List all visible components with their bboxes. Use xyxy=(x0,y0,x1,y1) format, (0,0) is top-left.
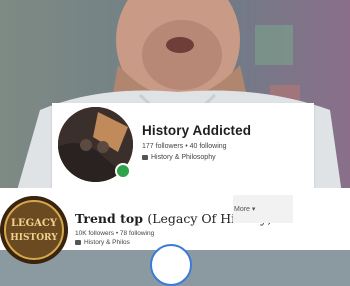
profile-name[interactable]: History Addicted xyxy=(142,123,251,138)
profile-stats-trend-top: 10K followers • 78 following xyxy=(75,230,155,237)
legacy-history-logo: LEGACY HISTORY xyxy=(0,196,68,264)
online-status-dot xyxy=(115,163,131,179)
profile-category-trend-top: History & Philos xyxy=(75,239,130,246)
profile-category-label: History & Philosophy xyxy=(151,154,216,161)
more-dropdown-button[interactable]: More ▾ xyxy=(233,195,293,223)
partial-avatar-peek xyxy=(150,244,192,286)
profile-name-main: Trend top xyxy=(75,211,143,226)
logo-text-history: HISTORY xyxy=(10,233,58,243)
profile-category: History & Philosophy xyxy=(142,154,216,161)
profile-avatar-legacy[interactable]: LEGACY HISTORY xyxy=(0,196,68,264)
briefcase-icon xyxy=(142,155,148,160)
more-label: More ▾ xyxy=(234,206,256,213)
briefcase-icon xyxy=(75,240,81,245)
profile-stats: 177 followers • 40 following xyxy=(142,143,227,150)
profile-category-label: History & Philos xyxy=(84,239,130,246)
logo-text-legacy: LEGACY xyxy=(11,218,58,229)
